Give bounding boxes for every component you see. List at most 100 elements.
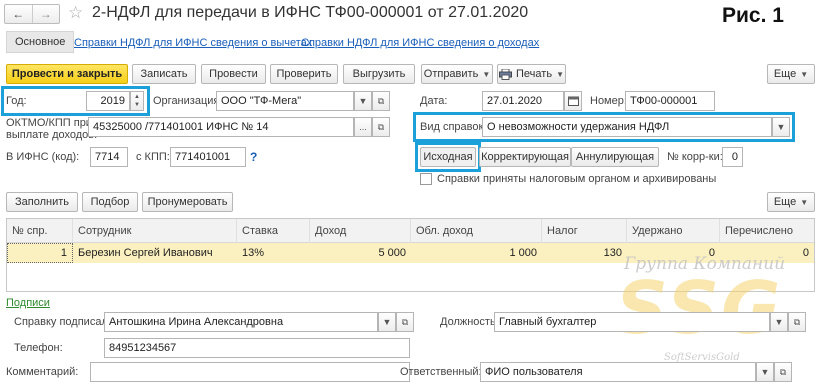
position-field[interactable]: Главный бухгалтер: [494, 312, 770, 332]
chevron-down-icon: ▼: [382, 317, 392, 327]
header-withheld[interactable]: Удержано: [627, 219, 720, 243]
tab-main[interactable]: Основное: [6, 31, 75, 53]
seg-cancel[interactable]: Аннулирующая: [571, 147, 659, 167]
comment-field[interactable]: [90, 362, 410, 382]
phone-label: Телефон:: [14, 342, 63, 354]
ifns-label: В ИФНС (код):: [6, 151, 80, 163]
chevron-down-icon: ▼: [358, 96, 368, 106]
corr-label: № корр-ки:: [667, 151, 723, 163]
printer-icon: [499, 68, 513, 80]
chevron-down-icon: ▼: [556, 69, 564, 79]
chevron-down-icon: ▼: [482, 69, 491, 79]
position-open[interactable]: ⧉: [788, 312, 806, 332]
open-icon: ⧉: [377, 121, 385, 132]
signed-open[interactable]: ⧉: [396, 312, 414, 332]
organization-field[interactable]: ООО "ТФ-Мега": [216, 91, 354, 111]
organization-label: Организация:: [153, 95, 223, 107]
header-rate[interactable]: Ставка: [237, 219, 310, 243]
ifns-field[interactable]: 7714: [90, 147, 128, 167]
help-icon[interactable]: ?: [250, 150, 257, 164]
upload-button[interactable]: Выгрузить: [343, 64, 415, 84]
type-highlight: [413, 112, 795, 142]
accepted-checkbox[interactable]: [420, 173, 432, 185]
accepted-label: Справки приняты налоговым органом и архи…: [437, 173, 717, 185]
responsible-field[interactable]: ФИО пользователя: [480, 362, 756, 382]
header-income[interactable]: Доход: [310, 219, 411, 243]
signed-dropdown[interactable]: ▼: [378, 312, 396, 332]
fill-button[interactable]: Заполнить: [6, 192, 78, 212]
tab-income[interactable]: Справки НДФЛ для ИФНС сведения о доходах: [301, 37, 539, 49]
position-dropdown[interactable]: ▼: [770, 312, 788, 332]
oktmo-label: ОКТМО/КПП при выплате доходов:: [6, 117, 97, 141]
print-label: Печать: [516, 68, 553, 80]
save-button[interactable]: Записать: [132, 64, 196, 84]
responsible-label: Ответственный:: [400, 366, 482, 378]
oktmo-open[interactable]: ⧉: [372, 117, 390, 137]
header-num[interactable]: № спр.: [7, 219, 73, 243]
table-row[interactable]: 1 Березин Сергей Иванович 13% 5 000 1 00…: [7, 243, 814, 263]
cell-income: 5 000: [378, 247, 406, 259]
send-button[interactable]: Отправить ▼: [421, 64, 493, 84]
oktmo-label-line1: ОКТМО/КПП при: [6, 117, 92, 129]
oktmo-field[interactable]: 45325000 /771401001 ИФНС № 14: [88, 117, 354, 137]
year-highlight: [1, 86, 150, 116]
figure-label: Рис. 1: [722, 4, 784, 27]
number-label: Номер:: [590, 95, 627, 107]
more-button[interactable]: Еще ▼: [767, 64, 815, 84]
header-transferred[interactable]: Перечислено: [720, 219, 814, 243]
signed-field[interactable]: Антошкина Ирина Александровна: [104, 312, 378, 332]
signed-label: Справку подписал:: [14, 316, 111, 328]
responsible-dropdown[interactable]: ▼: [756, 362, 774, 382]
check-button[interactable]: Проверить: [270, 64, 338, 84]
cell-taxable: 1 000: [509, 247, 537, 259]
calendar-icon: [567, 96, 579, 106]
organization-dropdown[interactable]: ▼: [354, 91, 372, 111]
employees-table: № спр. Сотрудник Ставка Доход Обл. доход…: [6, 218, 815, 292]
oktmo-label-line2: выплате доходов:: [6, 129, 98, 141]
table-more-button[interactable]: Еще ▼: [767, 192, 815, 212]
cell-rate: 13%: [242, 247, 265, 259]
post-and-close-button[interactable]: Провести и закрыть: [6, 64, 128, 84]
renumber-button[interactable]: Пронумеровать: [142, 192, 233, 212]
chevron-down-icon: ▼: [760, 367, 770, 377]
chevron-down-icon: ▼: [774, 317, 784, 327]
open-icon: ⧉: [793, 316, 801, 327]
table-header: № спр. Сотрудник Ставка Доход Обл. доход…: [7, 219, 814, 243]
seg-initial-highlight: [415, 142, 481, 172]
kpp-label: с КПП:: [136, 151, 170, 163]
oktmo-select[interactable]: ...: [354, 117, 372, 137]
comment-label: Комментарий:: [6, 366, 79, 378]
organization-open[interactable]: ⧉: [372, 91, 390, 111]
open-icon: ⧉: [377, 95, 385, 106]
cell-num: 1: [7, 243, 73, 263]
responsible-open[interactable]: ⧉: [774, 362, 792, 382]
signatures-link[interactable]: Подписи: [6, 297, 50, 309]
print-button[interactable]: Печать ▼: [497, 64, 566, 84]
seg-corrective[interactable]: Корректирующая: [479, 147, 571, 167]
corr-field[interactable]: 0: [722, 147, 743, 167]
table-more-label: Еще: [773, 196, 797, 208]
chevron-down-icon: ▼: [800, 197, 809, 207]
select-button[interactable]: Подбор: [82, 192, 138, 212]
header-employee[interactable]: Сотрудник: [73, 219, 237, 243]
tab-deductions[interactable]: Справки НДФЛ для ИФНС сведения о вычетах: [74, 37, 312, 49]
window-title: 2-НДФЛ для передачи в ИФНС ТФ00-000001 о…: [92, 4, 529, 21]
nav-buttons: ← →: [4, 4, 60, 24]
open-icon: ⧉: [401, 316, 409, 327]
number-field[interactable]: ТФ00-000001: [625, 91, 715, 111]
header-taxable[interactable]: Обл. доход: [411, 219, 542, 243]
kpp-field[interactable]: 771401001: [170, 147, 246, 167]
phone-field[interactable]: 84951234567: [104, 338, 410, 358]
more-label: Еще: [773, 68, 797, 80]
post-button[interactable]: Провести: [201, 64, 266, 84]
forward-arrow-icon[interactable]: →: [33, 5, 60, 23]
ellipsis-icon: ...: [359, 122, 367, 132]
cell-tax: 130: [603, 247, 622, 259]
header-tax[interactable]: Налог: [542, 219, 627, 243]
cell-withheld: 0: [708, 247, 715, 259]
star-icon[interactable]: ☆: [68, 3, 83, 23]
back-arrow-icon[interactable]: ←: [5, 5, 33, 23]
date-field[interactable]: 27.01.2020: [482, 91, 564, 111]
date-picker[interactable]: [564, 91, 582, 111]
chevron-down-icon: ▼: [800, 69, 809, 79]
